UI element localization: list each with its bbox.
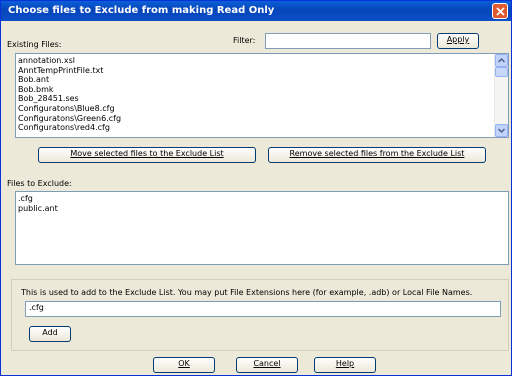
existing-file-item[interactable]: Bob.bmk bbox=[16, 85, 508, 95]
add-exclusion-input[interactable]: .cfg bbox=[25, 301, 501, 317]
move-to-exclude-button[interactable]: Move selected files to the Exclude List bbox=[38, 147, 256, 163]
add-description: This is used to add to the Exclude List.… bbox=[21, 288, 473, 297]
apply-button-label: Apply bbox=[446, 35, 470, 44]
scroll-down-button[interactable] bbox=[495, 124, 508, 137]
apply-button[interactable]: Apply bbox=[437, 33, 479, 49]
title-bar[interactable]: Choose files to Exclude from making Read… bbox=[1, 1, 511, 21]
filter-label: Filter: bbox=[233, 36, 256, 45]
existing-file-item[interactable]: Bob.ant bbox=[16, 75, 508, 85]
existing-file-item[interactable]: Configuratons\Green6.cfg bbox=[16, 114, 508, 124]
scroll-thumb[interactable] bbox=[495, 67, 508, 77]
existing-file-item[interactable]: Bob_28451.ses bbox=[16, 94, 508, 104]
filter-input[interactable] bbox=[265, 33, 431, 49]
cancel-button[interactable]: Cancel bbox=[236, 357, 298, 373]
existing-files-scrollbar[interactable] bbox=[494, 54, 508, 137]
dialog-title: Choose files to Exclude from making Read… bbox=[8, 5, 275, 16]
ok-button-label: OK bbox=[178, 359, 190, 368]
existing-file-item[interactable]: annotation.xsl bbox=[16, 56, 508, 66]
existing-files-label: Existing Files: bbox=[7, 40, 62, 49]
scroll-up-arrow-icon bbox=[497, 57, 506, 63]
exclude-file-item[interactable]: .cfg bbox=[16, 194, 508, 204]
remove-from-exclude-button-label: Remove selected files from the Exclude L… bbox=[289, 149, 465, 158]
exclude-files-items: .cfg public.ant bbox=[16, 192, 508, 213]
add-button-label: Add bbox=[42, 328, 58, 337]
scroll-up-button[interactable] bbox=[495, 54, 508, 67]
existing-file-item[interactable]: AnntTempPrintFile.txt bbox=[16, 66, 508, 76]
existing-file-item[interactable]: Configuratons\Blue8.cfg bbox=[16, 104, 508, 114]
files-to-exclude-label: Files to Exclude: bbox=[7, 179, 72, 188]
exclude-files-list[interactable]: .cfg public.ant bbox=[15, 191, 509, 265]
existing-file-item[interactable]: Configuratons\red4.cfg bbox=[16, 123, 508, 133]
move-to-exclude-button-label: Move selected files to the Exclude List bbox=[70, 149, 224, 158]
close-icon bbox=[496, 7, 505, 16]
scroll-down-arrow-icon bbox=[497, 128, 506, 134]
close-button[interactable] bbox=[492, 3, 508, 19]
exclude-file-item[interactable]: public.ant bbox=[16, 204, 508, 214]
existing-files-list[interactable]: annotation.xsl AnntTempPrintFile.txt Bob.a… bbox=[15, 53, 509, 138]
dialog-window: Choose files to Exclude from making Read… bbox=[0, 0, 512, 376]
ok-button[interactable]: OK bbox=[153, 357, 215, 373]
cancel-button-label: Cancel bbox=[253, 359, 281, 368]
help-button-label: Help bbox=[335, 359, 355, 368]
remove-from-exclude-button[interactable]: Remove selected files from the Exclude L… bbox=[268, 147, 486, 163]
help-button[interactable]: Help bbox=[314, 357, 376, 373]
existing-files-items: annotation.xsl AnntTempPrintFile.txt Bob.a… bbox=[16, 54, 508, 133]
add-button[interactable]: Add bbox=[29, 326, 71, 342]
